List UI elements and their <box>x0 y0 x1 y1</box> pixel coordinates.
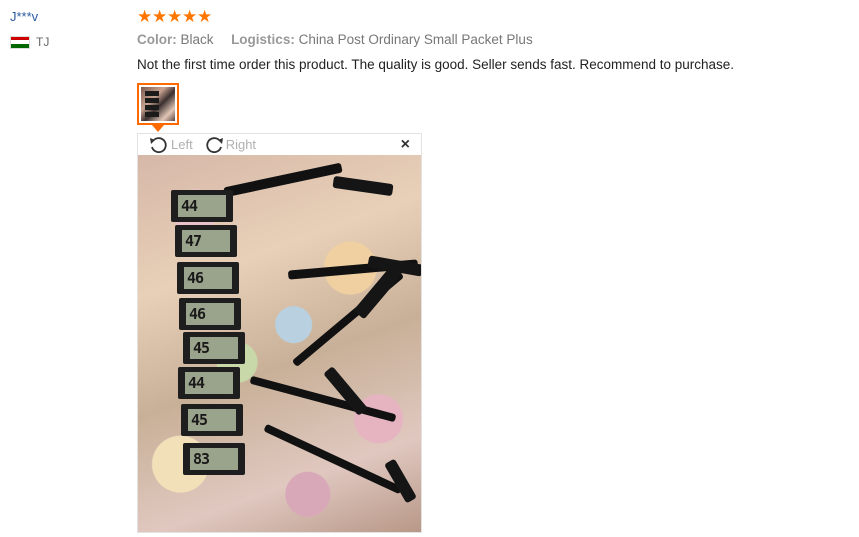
review-content: ★ ★ ★ ★ ★ Color: Black Logistics: China … <box>137 8 837 533</box>
rotate-right-icon <box>206 136 223 153</box>
review-text: Not the first time order this product. T… <box>137 57 735 72</box>
star-icon: ★ <box>167 7 183 26</box>
thermometer-display: 45 <box>183 332 245 364</box>
thermometer-display: 44 <box>178 367 240 399</box>
star-rating: ★ ★ ★ ★ ★ <box>137 8 837 26</box>
thermometer-display: 47 <box>175 225 237 257</box>
color-value: Black <box>180 32 214 47</box>
rotate-left-label: Left <box>171 136 193 152</box>
thermometer-display: 45 <box>181 404 243 436</box>
rotate-left-button[interactable]: Left <box>148 136 193 154</box>
country-code: TJ <box>36 35 50 49</box>
star-icon: ★ <box>137 7 153 26</box>
logistics-value: China Post Ordinary Small Packet Plus <box>298 32 533 47</box>
thermometer-display: 44 <box>171 190 233 222</box>
review-photo: 44 47 46 46 45 44 45 83 <box>138 155 421 532</box>
thumbnail-pointer <box>152 125 164 132</box>
rotate-left-icon <box>150 136 167 153</box>
thumbnail-image <box>141 87 175 121</box>
thermometer-display: 46 <box>177 262 239 294</box>
thermometer-display: 46 <box>179 298 241 330</box>
thermometer-display: 83 <box>183 443 245 475</box>
rotate-right-label: Right <box>225 136 257 152</box>
flag-icon <box>10 35 30 49</box>
star-icon: ★ <box>182 7 198 26</box>
rotate-right-button[interactable]: Right <box>203 136 256 154</box>
review-photo-thumbnail[interactable] <box>137 83 179 125</box>
close-viewer-button[interactable]: × <box>401 136 410 154</box>
color-key: Color: <box>137 32 177 47</box>
star-icon: ★ <box>152 7 168 26</box>
logistics-key: Logistics: <box>231 32 295 47</box>
photo-viewer: Left Right × 44 47 46 46 45 44 45 83 <box>137 133 422 533</box>
viewer-toolbar: Left Right × <box>138 134 421 155</box>
reviewer-country: TJ <box>10 34 49 50</box>
reviewer-name: J***v <box>10 9 39 24</box>
star-icon: ★ <box>197 7 213 26</box>
order-meta: Color: Black Logistics: China Post Ordin… <box>137 31 533 49</box>
reviewer-info: J***v TJ <box>10 8 120 49</box>
